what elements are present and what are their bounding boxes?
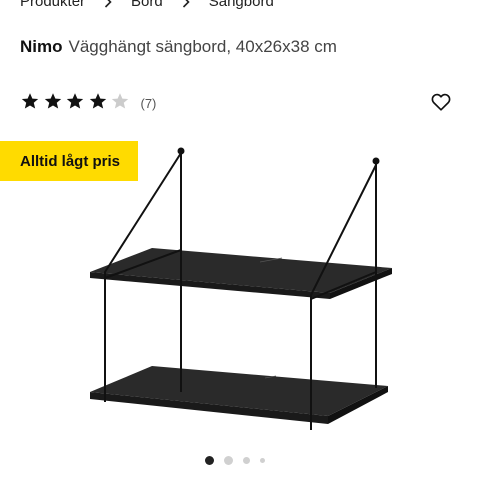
product-rating[interactable]: (7): [20, 92, 156, 115]
star-icon: [89, 93, 106, 109]
carousel-indicator: [205, 456, 265, 465]
product-name: Nimo: [20, 37, 63, 56]
star-icon: [111, 93, 129, 109]
product-image[interactable]: [60, 140, 420, 440]
breadcrumb-item-sangbord[interactable]: Sängbord: [209, 0, 274, 10]
star-icon: [21, 93, 39, 109]
favorite-button[interactable]: [430, 91, 452, 113]
breadcrumb: Produkter Bord Sängbord: [20, 0, 274, 10]
carousel-dot[interactable]: [224, 456, 233, 465]
shelf-illustration: [90, 147, 392, 430]
star-icon: [66, 93, 84, 109]
price-badge-label: Alltid lågt pris: [20, 152, 121, 170]
carousel-dot[interactable]: [243, 457, 250, 464]
review-count: (7): [140, 96, 157, 111]
product-description: Vägghängt sängbord, 40x26x38 cm: [68, 37, 337, 56]
breadcrumb-item-bord[interactable]: Bord: [131, 0, 163, 10]
product-title: Nimo Vägghängt sängbord, 40x26x38 cm: [20, 37, 337, 57]
carousel-dot[interactable]: [260, 458, 265, 463]
price-badge: Alltid lågt pris: [0, 141, 138, 181]
chevron-right-icon: [85, 0, 131, 8]
heart-outline-icon: [431, 93, 451, 111]
chevron-right-icon: [163, 0, 209, 8]
breadcrumb-item-produkter[interactable]: Produkter: [20, 0, 85, 10]
rating-stars: [20, 92, 133, 115]
star-icon: [44, 93, 61, 109]
carousel-dot[interactable]: [205, 456, 214, 465]
